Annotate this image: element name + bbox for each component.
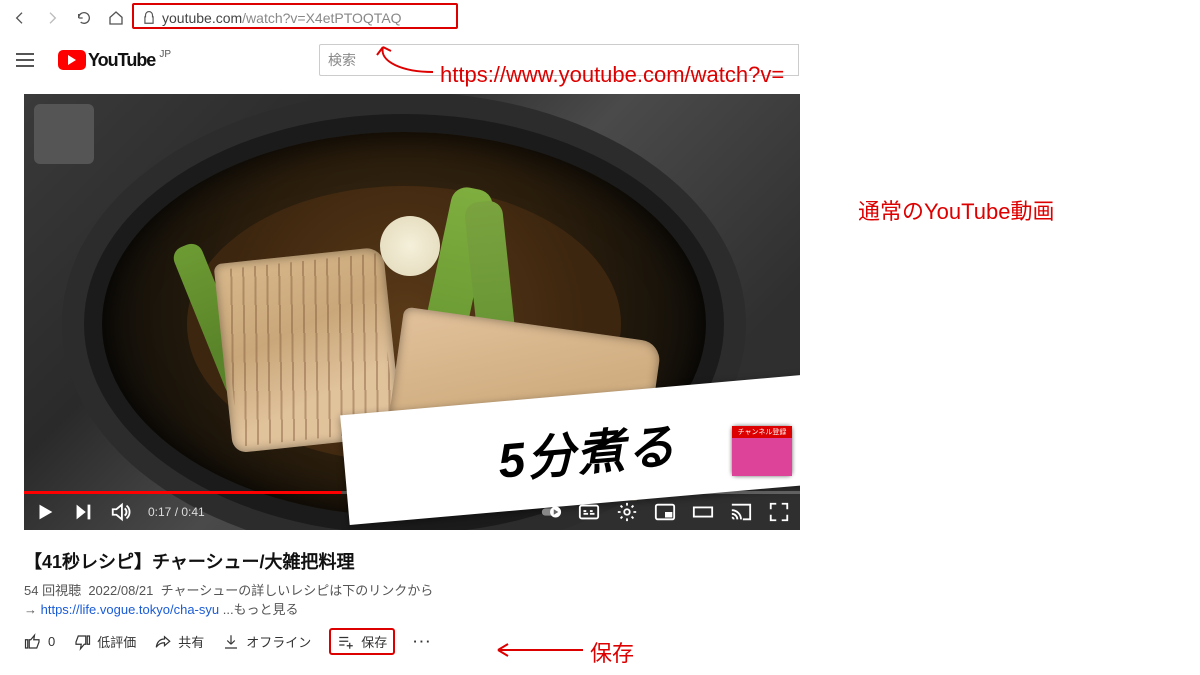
next-button[interactable] <box>72 501 94 523</box>
youtube-logo[interactable]: YouTube JP <box>58 50 171 71</box>
action-bar: 0 低評価 共有 オフライン 保存 ··· <box>24 628 800 655</box>
autoplay-toggle[interactable] <box>540 501 562 523</box>
upload-date: 2022/08/21 <box>88 583 153 598</box>
play-button[interactable] <box>34 501 56 523</box>
description-lead: チャーシューの詳しいレシピは下のリンクから <box>161 583 434 598</box>
miniplayer-button[interactable] <box>654 501 676 523</box>
theater-button[interactable] <box>692 501 714 523</box>
address-bar[interactable]: youtube.com/watch?v=X4etPTOQTAQ <box>134 4 774 32</box>
more-actions-button[interactable]: ··· <box>413 634 432 649</box>
region-badge: JP <box>159 49 171 60</box>
playlist-add-icon <box>337 633 355 651</box>
annotation-arrow-icon <box>373 42 443 82</box>
settings-button[interactable] <box>616 501 638 523</box>
endcard-label: チャンネル登録 <box>732 426 792 438</box>
cast-button[interactable] <box>730 501 752 523</box>
player-controls: 0:17 / 0:41 <box>24 494 800 530</box>
forward-button[interactable] <box>38 4 66 32</box>
annotation-normal-video: 通常のYouTube動画 <box>858 194 1054 226</box>
video-endcard[interactable]: チャンネル登録 <box>732 426 792 476</box>
menu-button[interactable] <box>16 48 40 72</box>
overlay-text: 5分煮る <box>495 406 679 491</box>
video-title: 【41秒レシピ】チャーシュー/大雑把料理 <box>24 548 800 574</box>
download-icon <box>222 633 240 651</box>
url-text: youtube.com/watch?v=X4etPTOQTAQ <box>162 10 402 26</box>
lock-icon <box>142 11 156 25</box>
annotation-url-text: https://www.youtube.com/watch?v= <box>440 62 784 88</box>
dislike-button[interactable]: 低評価 <box>73 632 136 651</box>
video-subline: 54 回視聴 2022/08/21 チャーシューの詳しいレシピは下のリンクから … <box>24 580 800 618</box>
annotation-arrow-icon <box>488 638 588 662</box>
like-count: 0 <box>48 634 55 649</box>
description-link[interactable]: https://life.vogue.tokyo/cha-syu <box>41 602 219 617</box>
like-button[interactable]: 0 <box>24 633 55 651</box>
captions-button[interactable] <box>578 501 600 523</box>
back-button[interactable] <box>6 4 34 32</box>
browser-toolbar: youtube.com/watch?v=X4etPTOQTAQ <box>0 0 1200 36</box>
home-button[interactable] <box>102 4 130 32</box>
annotation-save-text: 保存 <box>590 636 634 668</box>
view-count: 54 回視聴 <box>24 583 81 598</box>
volume-button[interactable] <box>110 501 132 523</box>
youtube-wordmark: YouTube <box>88 50 155 71</box>
fullscreen-button[interactable] <box>768 501 790 523</box>
player-time: 0:17 / 0:41 <box>148 505 205 519</box>
share-icon <box>154 633 172 651</box>
offline-button[interactable]: オフライン <box>222 632 311 651</box>
thumbs-down-icon <box>73 633 91 651</box>
thumbs-up-icon <box>24 633 42 651</box>
reload-button[interactable] <box>70 4 98 32</box>
show-more[interactable]: ...もっと見る <box>219 602 298 617</box>
share-button[interactable]: 共有 <box>154 632 204 651</box>
video-player[interactable]: 5分煮る チャンネル登録 0:17 / 0:41 <box>24 94 800 530</box>
video-metadata: 【41秒レシピ】チャーシュー/大雑把料理 54 回視聴 2022/08/21 チ… <box>24 530 800 655</box>
save-button[interactable]: 保存 <box>329 628 395 655</box>
youtube-play-icon <box>58 50 86 70</box>
search-placeholder: 検索 <box>328 50 356 70</box>
